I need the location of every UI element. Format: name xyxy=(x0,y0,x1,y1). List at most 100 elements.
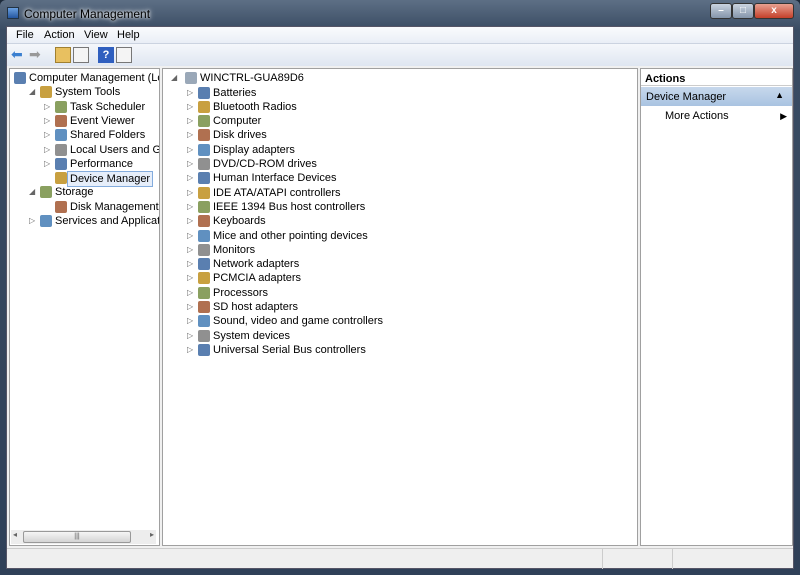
users-icon xyxy=(55,143,67,156)
clock-icon xyxy=(55,100,67,113)
status-divider xyxy=(672,549,673,569)
device-category-label: IDE ATA/ATAPI controllers xyxy=(213,186,341,199)
expand-icon[interactable]: ▷ xyxy=(187,100,195,114)
performance-icon xyxy=(55,157,67,170)
collapse-up-icon[interactable]: ▲ xyxy=(775,90,784,100)
device-category-label: Network adapters xyxy=(213,258,300,271)
expander-icon[interactable]: ▷ xyxy=(44,100,52,114)
device-category-label: Display adapters xyxy=(213,143,295,156)
expander-icon[interactable]: ▷ xyxy=(44,157,52,171)
services-icon xyxy=(40,215,52,227)
expand-icon[interactable]: ▷ xyxy=(187,171,195,185)
expander-icon[interactable] xyxy=(44,171,52,185)
expander-icon[interactable]: ▷ xyxy=(29,214,37,228)
expander-icon[interactable] xyxy=(44,200,52,214)
expand-icon[interactable]: ▷ xyxy=(187,157,195,171)
device-category-label: Human Interface Devices xyxy=(213,172,337,185)
minimize-button[interactable]: – xyxy=(710,3,732,19)
expand-icon[interactable]: ▷ xyxy=(187,329,195,343)
tree-item-label: Local Users and Groups xyxy=(70,143,159,156)
menu-help[interactable]: Help xyxy=(117,29,140,41)
event-viewer-icon xyxy=(55,114,67,127)
tree-item-label: Services and Applications xyxy=(55,215,160,227)
show-hide-console-tree-icon[interactable] xyxy=(73,47,89,63)
title-bar[interactable]: Computer Management – □ x xyxy=(0,0,800,26)
client-area: File Action View Help ⬅ ➡ ? Computer Man… xyxy=(6,26,794,569)
close-button[interactable]: x xyxy=(754,3,794,19)
expand-icon[interactable]: ▷ xyxy=(187,229,195,243)
window-title: Computer Management xyxy=(24,7,151,21)
console-tree: Computer Management (Local)◢System Tools… xyxy=(9,68,160,546)
tree-item-label: Task Scheduler xyxy=(70,100,146,113)
expand-icon[interactable]: ▷ xyxy=(187,200,195,214)
tools-icon xyxy=(40,86,52,99)
device-category-icon xyxy=(198,129,210,142)
device-category-icon xyxy=(198,329,210,342)
tree-item-label: System Tools xyxy=(55,86,121,99)
expander-icon[interactable]: ◢ xyxy=(29,85,37,99)
device-category-label: Keyboards xyxy=(213,215,266,228)
device-tree: ◢ WINCTRL-GUA89D6 ▷ Batteries ▷ Bluetooth R… xyxy=(162,68,638,546)
expand-icon[interactable]: ▷ xyxy=(187,243,195,257)
expand-icon[interactable]: ▷ xyxy=(187,128,195,142)
device-category-icon xyxy=(198,286,210,299)
device-category-icon xyxy=(198,172,210,185)
actions-section-device-manager[interactable]: Device Manager ▲ xyxy=(641,87,792,106)
device-category-label: Sound, video and game controllers xyxy=(213,315,383,328)
expand-icon[interactable]: ▷ xyxy=(187,300,195,314)
device-category-icon xyxy=(198,100,210,113)
device-category-label: Disk drives xyxy=(213,129,267,142)
menu-action[interactable]: Action xyxy=(44,29,75,41)
expander-icon[interactable]: ▷ xyxy=(44,128,52,142)
actions-pane: Actions Device Manager ▲ More Actions ▶ xyxy=(640,68,793,546)
status-bar xyxy=(7,548,793,569)
expand-icon[interactable]: ▷ xyxy=(187,143,195,157)
expand-icon[interactable]: ▷ xyxy=(187,314,195,328)
device-category-label: Batteries xyxy=(213,86,257,99)
back-icon[interactable]: ⬅ xyxy=(11,47,27,63)
tree-item-label: Performance xyxy=(70,157,133,170)
up-icon[interactable] xyxy=(55,47,71,63)
computer-icon xyxy=(185,72,197,84)
expander-icon[interactable]: ▷ xyxy=(44,114,52,128)
window: Computer Management – □ x File Action Vi… xyxy=(0,0,800,575)
device-category-label: DVD/CD-ROM drives xyxy=(213,158,317,170)
expand-icon[interactable]: ▷ xyxy=(187,114,195,128)
expander-icon[interactable]: ▷ xyxy=(44,143,52,157)
tree-item-label: Storage xyxy=(55,186,94,199)
scroll-right-arrow[interactable]: ▸ xyxy=(150,530,154,539)
app-icon xyxy=(7,7,19,19)
device-category-icon xyxy=(198,143,210,156)
expand-icon[interactable]: ▷ xyxy=(187,286,195,300)
more-actions-label: More Actions xyxy=(665,110,729,122)
forward-icon[interactable]: ➡ xyxy=(29,47,45,63)
device-category-label: IEEE 1394 Bus host controllers xyxy=(213,200,366,213)
show-hide-action-pane-icon[interactable] xyxy=(116,47,132,63)
expand-icon[interactable]: ▷ xyxy=(187,271,195,285)
expand-icon[interactable]: ▷ xyxy=(187,186,195,200)
device-category-label: Mice and other pointing devices xyxy=(213,229,368,242)
more-actions-item[interactable]: More Actions ▶ xyxy=(665,109,787,123)
expander-icon[interactable]: ◢ xyxy=(29,185,37,199)
device-category-icon xyxy=(198,301,210,313)
expand-icon[interactable]: ▷ xyxy=(187,214,195,228)
device-category-icon xyxy=(198,243,210,256)
section-label: Device Manager xyxy=(646,91,727,103)
device-category-label: Universal Serial Bus controllers xyxy=(213,343,366,356)
device-category-icon xyxy=(198,86,210,99)
computer-management-icon xyxy=(14,72,26,84)
collapse-icon[interactable]: ◢ xyxy=(171,71,179,85)
scroll-thumb[interactable]: ||| xyxy=(23,531,131,543)
actions-header: Actions xyxy=(641,69,792,86)
menu-file[interactable]: File xyxy=(16,29,34,41)
expand-icon[interactable]: ▷ xyxy=(187,257,195,271)
horizontal-scrollbar[interactable]: ◂ ||| ▸ xyxy=(11,530,156,544)
expand-icon[interactable]: ▷ xyxy=(187,343,195,357)
scroll-left-arrow[interactable]: ◂ xyxy=(13,530,17,539)
tree-item-label: Event Viewer xyxy=(70,114,135,127)
tree-item-label: Disk Management xyxy=(70,200,159,213)
expand-icon[interactable]: ▷ xyxy=(187,86,195,100)
maximize-button[interactable]: □ xyxy=(732,3,754,19)
menu-view[interactable]: View xyxy=(84,29,108,41)
help-icon[interactable]: ? xyxy=(98,47,114,63)
